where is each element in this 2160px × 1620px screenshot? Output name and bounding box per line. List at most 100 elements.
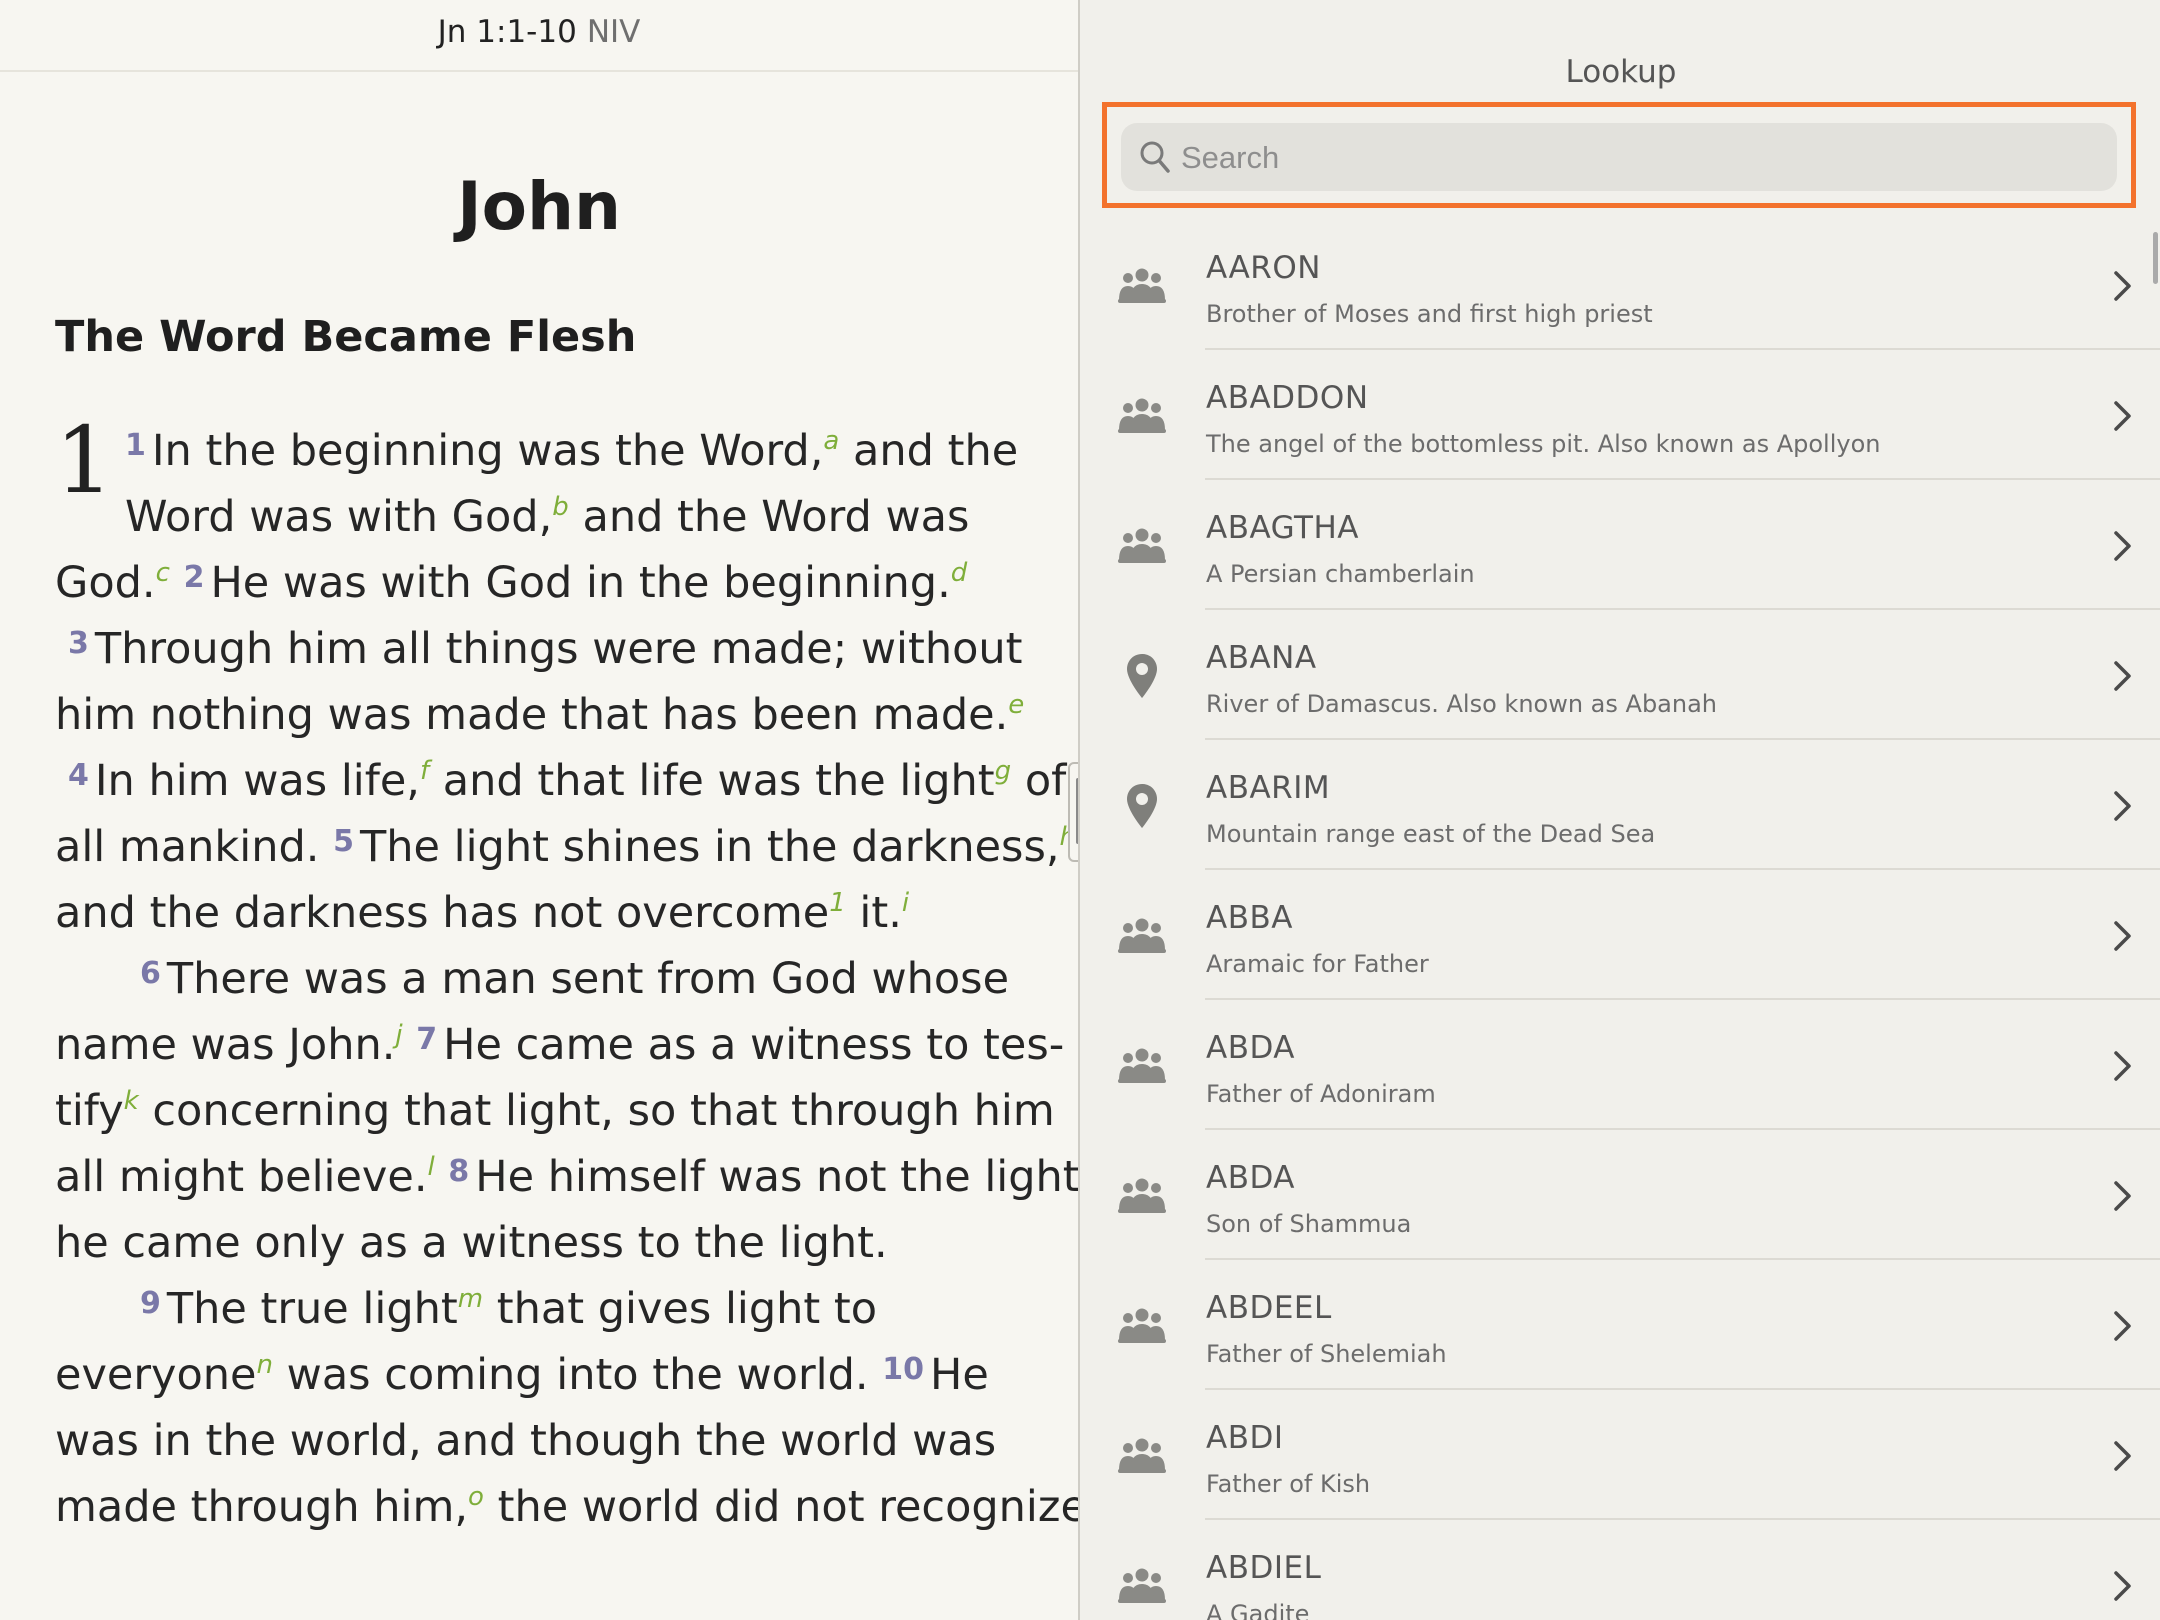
verse-text: Through him all things were made; withou… [94,624,1023,674]
scripture-line: all might believe.l 8 He himself was not … [55,1152,1078,1202]
lookup-item-description: Mountain range east of the Dead Sea [1206,820,1656,848]
footnote-marker[interactable]: e [1008,690,1024,720]
footnote-marker[interactable]: j [395,1020,402,1050]
chevron-right-icon[interactable] [2112,790,2134,822]
footnote-marker[interactable]: f [420,756,429,786]
verse-text: Word was with God, [125,492,553,542]
reference-text[interactable]: Jn 1:1-10 [438,14,577,50]
version-label[interactable]: NIV [587,14,641,50]
book-title: John [457,168,621,245]
chevron-right-icon[interactable] [2112,920,2134,952]
verse-number[interactable]: 2 [184,560,205,595]
footnote-marker[interactable]: k [124,1086,139,1116]
lookup-item-name: ABDEEL [1206,1290,1332,1326]
search-field[interactable] [1121,123,2117,193]
lookup-item[interactable]: ABDIEL A Gadite [1080,1520,2160,1620]
scripture-line: name was John.j 7 He came as a witness to… [55,1020,1064,1070]
list-scrollbar[interactable] [2153,232,2158,284]
verse-text: He was with God in the beginning. [210,558,951,608]
chevron-right-icon[interactable] [2112,1180,2134,1212]
scripture-line: Word was with God,b and the Word was [125,492,969,542]
lookup-item-name: ABDIEL [1206,1550,1322,1586]
scripture-line: tifyk concerning that light, so that thr… [55,1086,1055,1136]
verse-text: that gives light to [483,1284,878,1334]
chevron-right-icon[interactable] [2112,1050,2134,1082]
chevron-right-icon[interactable] [2112,1310,2134,1342]
verse-text [435,1152,449,1202]
lookup-item-description: River of Damascus. Also known as Abanah [1206,690,1718,718]
footnote-marker[interactable]: b [552,492,569,522]
scripture-line: 6 There was a man sent from God whose [140,954,1009,1004]
footnote-marker[interactable]: a [823,426,839,456]
lookup-item-name: ABANA [1206,640,1317,676]
lookup-item-description: A Persian chamberlain [1206,560,1475,588]
verse-number[interactable]: 4 [68,758,89,793]
search-input[interactable] [1179,123,2083,193]
lookup-item[interactable]: ABADDON The angel of the bottomless pit. … [1080,350,2160,480]
footnote-marker[interactable]: n [257,1350,273,1380]
footnote-marker[interactable]: l [428,1152,435,1182]
lookup-item-description: Father of Adoniram [1206,1080,1436,1108]
verse-text: tify [55,1086,124,1136]
footnote-marker[interactable]: i [902,888,909,918]
verse-text: was in the world, and though the world w… [55,1416,997,1466]
scripture-line: 3 Through him all things were made; witho… [68,624,1023,674]
verse-text: he came only as a witness to the light. [55,1218,888,1268]
lookup-item[interactable]: ABDI Father of Kish [1080,1390,2160,1520]
lookup-item-name: AARON [1206,250,1321,286]
lookup-item[interactable]: ABDEEL Father of Shelemiah [1080,1260,2160,1390]
chevron-right-icon[interactable] [2112,270,2134,302]
people-icon [1116,1432,1168,1480]
footnote-marker[interactable]: 1 [829,888,846,918]
verse-text: In him was life, [94,756,420,806]
verse-text: The light shines in the darkness, [360,822,1060,872]
verse-number[interactable]: 6 [140,956,161,991]
verse-number[interactable]: 5 [333,824,354,859]
passage-reference[interactable]: Jn 1:1-10 NIV [0,14,1078,50]
chevron-right-icon[interactable] [2112,1440,2134,1472]
verse-number[interactable]: 3 [68,626,89,661]
verse-text: everyone [55,1350,257,1400]
footnote-marker[interactable]: g [995,756,1012,786]
lookup-item-name: ABADDON [1206,380,1369,416]
scripture-line: 4 In him was life,f and that life was the… [68,756,1066,806]
footnote-marker[interactable]: d [951,558,968,588]
verse-text: He himself was not the light; [475,1152,1078,1202]
verse-number[interactable]: 8 [448,1154,469,1189]
scripture-line: he came only as a witness to the light. [55,1218,888,1268]
chevron-right-icon[interactable] [2112,660,2134,692]
verse-number[interactable]: 9 [140,1286,161,1321]
lookup-item[interactable]: ABDA Father of Adoniram [1080,1000,2160,1130]
verse-text: and the darkness has not overcome [55,888,830,938]
verse-number[interactable]: 7 [416,1022,437,1057]
lookup-item[interactable]: ABARIM Mountain range east of the Dead Se… [1080,740,2160,870]
footnote-marker[interactable]: m [458,1284,483,1314]
scripture-line: made through him,o the world did not rec… [55,1482,1078,1532]
scripture-line: all mankind. 5 The light shines in the da… [55,822,1076,872]
scripture-line: was in the world, and though the world w… [55,1416,996,1466]
reference-bar[interactable]: Jn 1:1-10 NIV [0,0,1078,72]
lookup-item[interactable]: ABDA Son of Shammua [1080,1130,2160,1260]
lookup-item-description: Aramaic for Father [1206,950,1429,978]
verse-number[interactable]: 10 [882,1352,924,1387]
verse-text: of [1011,756,1067,806]
scripture-line: everyonen was coming into the world. 10 H… [55,1350,989,1400]
verse-text: The true light [166,1284,458,1334]
lookup-results-list: AARON Brother of Moses and first high pri… [1080,220,2160,1620]
split-view-divider-handle[interactable] [1068,762,1078,862]
lookup-item[interactable]: ABAGTHA A Persian chamberlain [1080,480,2160,610]
verse-text [170,558,184,608]
chevron-right-icon[interactable] [2112,400,2134,432]
verse-number[interactable]: 1 [125,428,146,463]
chevron-right-icon[interactable] [2112,530,2134,562]
chevron-right-icon[interactable] [2112,1570,2134,1602]
lookup-panel: Lookup AARON Brother of Moses and first h… [1078,0,2160,1620]
footnote-marker[interactable]: o [468,1482,484,1512]
lookup-item-name: ABARIM [1206,770,1331,806]
lookup-item[interactable]: ABANA River of Damascus. Also known as Ab… [1080,610,2160,740]
scripture-line: and the darkness has not overcome1 it.i [55,888,909,938]
verse-text: made through him, [55,1482,469,1532]
lookup-item[interactable]: ABBA Aramaic for Father [1080,870,2160,1000]
footnote-marker[interactable]: c [156,558,170,588]
lookup-item[interactable]: AARON Brother of Moses and first high pri… [1080,220,2160,350]
